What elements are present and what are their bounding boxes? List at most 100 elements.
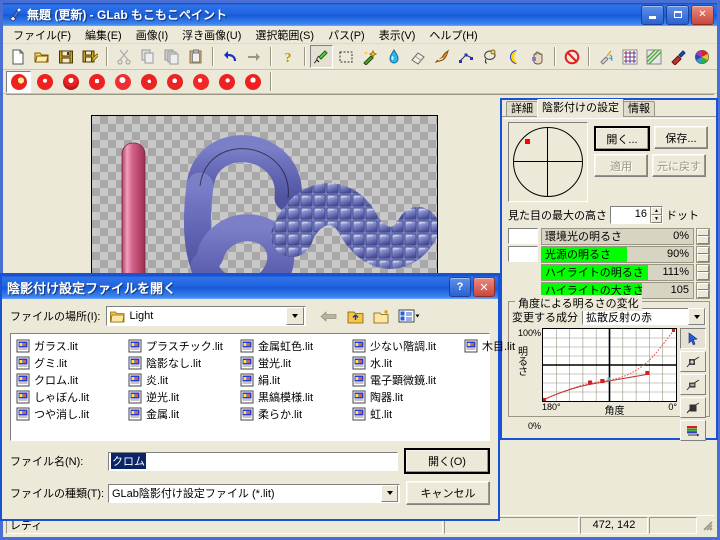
- back-arrow-icon[interactable]: [316, 305, 340, 327]
- filename-input[interactable]: クロム: [108, 451, 398, 471]
- help-button[interactable]: ?: [276, 45, 300, 68]
- list-item[interactable]: 電子顕微鏡.lit: [349, 371, 461, 388]
- copy-merged-button[interactable]: [160, 45, 184, 68]
- curve-add-point-tool-icon[interactable]: [680, 351, 706, 372]
- list-item[interactable]: 少ない階調.lit: [349, 337, 461, 354]
- max-height-value[interactable]: 16: [611, 207, 650, 223]
- list-item[interactable]: 陰影なし.lit: [125, 354, 237, 371]
- ambient-slider[interactable]: 環境光の明るさ 0%: [541, 227, 694, 245]
- curve-select-tool-icon[interactable]: [680, 328, 706, 349]
- list-item[interactable]: プラスチック.lit: [125, 337, 237, 354]
- brush-preset-10[interactable]: [240, 71, 265, 93]
- cut-button[interactable]: [112, 45, 136, 68]
- color-wheel-button[interactable]: [690, 45, 714, 68]
- list-item[interactable]: 柔らか.lit: [237, 405, 349, 422]
- light-color-swatch[interactable]: [508, 246, 538, 262]
- pen-tool-button[interactable]: [309, 45, 333, 68]
- dialog-help-button[interactable]: ?: [449, 277, 471, 297]
- brush-preset-6[interactable]: [136, 71, 161, 93]
- max-height-stepper[interactable]: 16 ▲ ▼: [610, 206, 663, 224]
- lasso-button[interactable]: [478, 45, 502, 68]
- path-node-button[interactable]: [454, 45, 478, 68]
- resize-grip[interactable]: [700, 518, 714, 532]
- brush-preset-5[interactable]: [110, 71, 135, 93]
- list-item[interactable]: 蛍光.lit: [237, 354, 349, 371]
- list-item[interactable]: 陶器.lit: [349, 388, 461, 405]
- tab-shading-settings[interactable]: 陰影付けの設定: [537, 99, 624, 117]
- close-button[interactable]: ✕: [691, 4, 714, 25]
- list-item[interactable]: グミ.lit: [13, 354, 125, 371]
- curve-move-point-tool-icon[interactable]: [680, 397, 706, 418]
- list-item[interactable]: 金属虹色.lit: [237, 337, 349, 354]
- water-drop-button[interactable]: [382, 45, 406, 68]
- list-item[interactable]: ガラス.lit: [13, 337, 125, 354]
- no-entry-button[interactable]: [560, 45, 584, 68]
- open-file-button[interactable]: [30, 45, 54, 68]
- highlight-size-stepper[interactable]: [696, 281, 710, 299]
- highlight-brightness-stepper[interactable]: [696, 263, 710, 281]
- magic-wand-button[interactable]: [358, 45, 382, 68]
- list-item[interactable]: 炎.lit: [125, 371, 237, 388]
- menu-image[interactable]: 画像(I): [129, 26, 175, 44]
- file-list[interactable]: ガラス.lit グミ.lit クロム.lit しゃぼん.lit つや消し.lit…: [10, 333, 515, 441]
- brush-preset-3[interactable]: [58, 71, 83, 93]
- hand-move-button[interactable]: [526, 45, 550, 68]
- brush-preset-7[interactable]: [162, 71, 187, 93]
- list-item[interactable]: 黒縞模様.lit: [237, 388, 349, 405]
- undo-button[interactable]: [218, 45, 242, 68]
- brush-preset-1[interactable]: [6, 70, 31, 93]
- ambient-stepper[interactable]: [696, 227, 710, 245]
- list-item[interactable]: 木目.lit: [461, 337, 573, 354]
- list-item[interactable]: 絹.lit: [237, 371, 349, 388]
- menu-edit[interactable]: 編集(E): [78, 26, 129, 44]
- open-button[interactable]: 開く(O): [404, 448, 490, 474]
- menu-file[interactable]: ファイル(F): [6, 26, 78, 44]
- airbrush-button[interactable]: [594, 45, 618, 68]
- light-stepper[interactable]: [696, 245, 710, 263]
- look-in-select[interactable]: Light: [106, 306, 307, 326]
- save-file-button[interactable]: [54, 45, 78, 68]
- up-one-level-icon[interactable]: [343, 305, 367, 327]
- new-file-button[interactable]: [6, 45, 30, 68]
- menu-path[interactable]: パス(P): [321, 26, 372, 44]
- palette-brush-button[interactable]: [666, 45, 690, 68]
- brush-preset-9[interactable]: [214, 71, 239, 93]
- select-rect-button[interactable]: [334, 45, 358, 68]
- curve-channels-icon[interactable]: [680, 420, 706, 441]
- moon-shade-button[interactable]: [502, 45, 526, 68]
- filetype-chevron-down-icon[interactable]: [381, 484, 398, 502]
- minimize-button[interactable]: [641, 4, 664, 25]
- menu-view[interactable]: 表示(V): [372, 26, 423, 44]
- list-item[interactable]: つや消し.lit: [13, 405, 125, 422]
- light-position-marker[interactable]: [525, 139, 530, 144]
- max-height-down-button[interactable]: ▼: [651, 215, 662, 223]
- open-preset-button[interactable]: 開く...: [594, 126, 650, 151]
- menu-help[interactable]: ヘルプ(H): [422, 26, 484, 44]
- dialog-close-button[interactable]: ✕: [473, 277, 495, 297]
- revert-button[interactable]: 元に戻す: [652, 154, 706, 177]
- list-item[interactable]: 水.lit: [349, 354, 461, 371]
- copy-button[interactable]: [136, 45, 160, 68]
- new-folder-icon[interactable]: [370, 305, 394, 327]
- save-as-button[interactable]: [78, 45, 102, 68]
- light-slider[interactable]: 光源の明るさ 90%: [541, 245, 694, 263]
- list-item[interactable]: 虹.lit: [349, 405, 461, 422]
- ambient-color-swatch[interactable]: [508, 228, 538, 244]
- menu-floating[interactable]: 浮き画像(U): [175, 26, 248, 44]
- eraser-button[interactable]: [406, 45, 430, 68]
- highlight-size-slider[interactable]: ハイライトの大きさ 105: [541, 281, 694, 299]
- look-in-chevron-down-icon[interactable]: [286, 307, 305, 325]
- list-item[interactable]: 金属.lit: [125, 405, 237, 422]
- list-item[interactable]: 逆光.lit: [125, 388, 237, 405]
- list-item[interactable]: しゃぼん.lit: [13, 388, 125, 405]
- brush-preset-4[interactable]: [84, 71, 109, 93]
- pattern-button[interactable]: [618, 45, 642, 68]
- view-menu-icon[interactable]: [397, 305, 421, 327]
- paste-button[interactable]: [184, 45, 208, 68]
- curve-edit-point-tool-icon[interactable]: [680, 374, 706, 395]
- texture-button[interactable]: [642, 45, 666, 68]
- tab-info[interactable]: 情報: [623, 101, 655, 117]
- brush-preset-8[interactable]: [188, 71, 213, 93]
- menu-select[interactable]: 選択範囲(S): [248, 26, 321, 44]
- filetype-select[interactable]: GLab陰影付け設定ファイル (*.lit): [108, 483, 400, 503]
